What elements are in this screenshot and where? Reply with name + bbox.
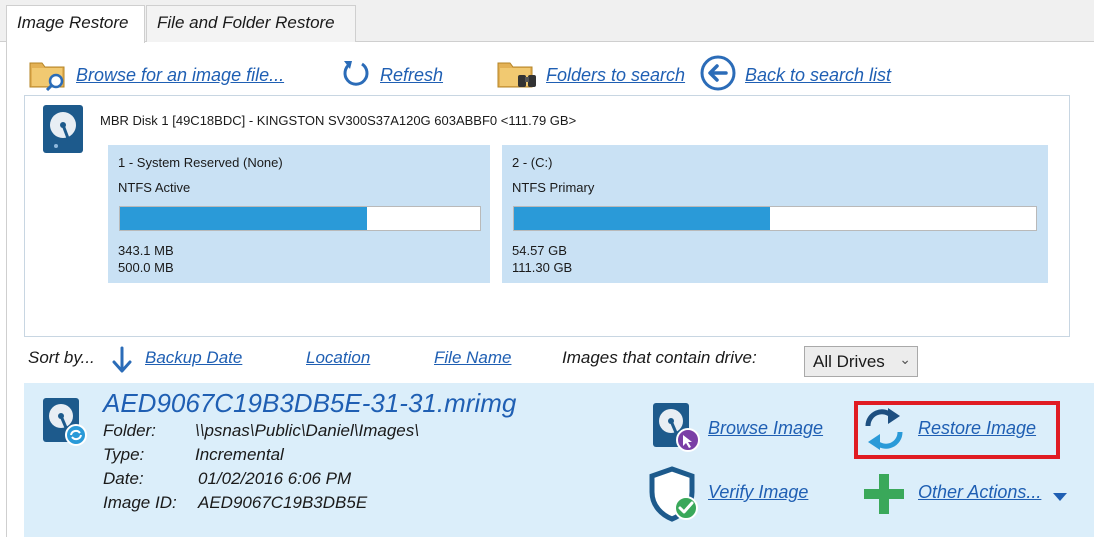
partition-name: 2 - (C:) bbox=[512, 155, 553, 170]
drive-filter-value: All Drives bbox=[813, 352, 885, 371]
folder-search-icon bbox=[28, 55, 68, 96]
partition-filesystem: NTFS Active bbox=[118, 180, 191, 195]
hard-disk-icon bbox=[42, 104, 84, 159]
sort-location-link[interactable]: Location bbox=[306, 348, 370, 368]
refresh-tool[interactable]: Refresh bbox=[340, 55, 443, 95]
type-label: Type: bbox=[103, 445, 145, 464]
image-file-name[interactable]: AED9067C19B3DB5E-31-31.mrimg bbox=[103, 388, 516, 419]
partition-c-drive[interactable]: 2 - (C:) NTFS Primary 54.57 GB 111.30 GB bbox=[502, 145, 1048, 283]
folder-label: Folder: bbox=[103, 421, 156, 440]
partition-total: 111.30 GB bbox=[512, 260, 573, 275]
tab-file-folder-restore[interactable]: File and Folder Restore bbox=[146, 5, 356, 42]
tab-image-restore[interactable]: Image Restore bbox=[6, 5, 145, 43]
partition-system-reserved[interactable]: 1 - System Reserved (None) NTFS Active 3… bbox=[108, 145, 490, 283]
type-value: Incremental bbox=[195, 445, 284, 464]
toolbar: Browse for an image file... Refresh Fold… bbox=[0, 55, 1094, 95]
browse-image-file-tool[interactable]: Browse for an image file... bbox=[28, 55, 284, 95]
partition-usage-fill bbox=[120, 207, 367, 230]
partition-filesystem: NTFS Primary bbox=[512, 180, 595, 195]
partition-name: 1 - System Reserved (None) bbox=[118, 155, 283, 170]
refresh-link[interactable]: Refresh bbox=[380, 65, 443, 86]
drive-filter-select[interactable]: All Drives ⌄ bbox=[804, 346, 918, 377]
verify-image-link[interactable]: Verify Image bbox=[708, 482, 808, 503]
back-arrow-icon bbox=[699, 54, 737, 97]
restore-image-highlight-box bbox=[854, 401, 1060, 459]
back-to-search-tool[interactable]: Back to search list bbox=[699, 55, 891, 95]
browse-image-link[interactable]: Browse Image bbox=[708, 418, 823, 439]
image-id-label: Image ID: bbox=[103, 493, 177, 512]
sort-file-name-link[interactable]: File Name bbox=[434, 348, 511, 368]
disk-title: MBR Disk 1 [49C18BDC] - KINGSTON SV300S3… bbox=[100, 113, 577, 128]
plus-icon[interactable] bbox=[862, 472, 906, 521]
sort-row: Sort by... Backup Date Location File Nam… bbox=[0, 342, 1094, 378]
image-id-value: AED9067C19B3DB5E bbox=[198, 493, 368, 512]
partition-usage-fill bbox=[514, 207, 770, 230]
browse-image-file-link[interactable]: Browse for an image file... bbox=[76, 65, 284, 86]
dropdown-arrow-icon[interactable] bbox=[1052, 489, 1068, 507]
sort-by-label: Sort by... bbox=[28, 348, 95, 367]
verify-shield-icon[interactable] bbox=[648, 466, 702, 527]
partition-usage-bar bbox=[119, 206, 481, 231]
date-value: 01/02/2016 6:06 PM bbox=[198, 469, 352, 488]
browse-image-icon[interactable] bbox=[652, 402, 700, 459]
folder-value: \\psnas\Public\Daniel\Images\ bbox=[195, 421, 419, 440]
folders-to-search-tool[interactable]: Folders to search bbox=[496, 55, 685, 95]
partition-usage-bar bbox=[513, 206, 1037, 231]
partition-total: 500.0 MB bbox=[118, 260, 174, 275]
image-file-icon bbox=[42, 397, 88, 452]
drive-filter-label: Images that contain drive: bbox=[562, 348, 757, 367]
partition-used: 54.57 GB bbox=[512, 243, 567, 258]
partition-used: 343.1 MB bbox=[118, 243, 174, 258]
chevron-down-icon: ⌄ bbox=[899, 351, 911, 367]
other-actions-link[interactable]: Other Actions... bbox=[918, 482, 1041, 503]
sort-down-arrow-icon[interactable] bbox=[110, 346, 134, 379]
refresh-icon bbox=[340, 57, 372, 94]
folder-binoculars-icon bbox=[496, 55, 538, 96]
back-to-search-link[interactable]: Back to search list bbox=[745, 65, 891, 86]
date-label: Date: bbox=[103, 469, 144, 488]
folders-to-search-link[interactable]: Folders to search bbox=[546, 65, 685, 86]
sort-backup-date-link[interactable]: Backup Date bbox=[145, 348, 242, 368]
tab-bar: Image Restore File and Folder Restore bbox=[0, 0, 1094, 43]
